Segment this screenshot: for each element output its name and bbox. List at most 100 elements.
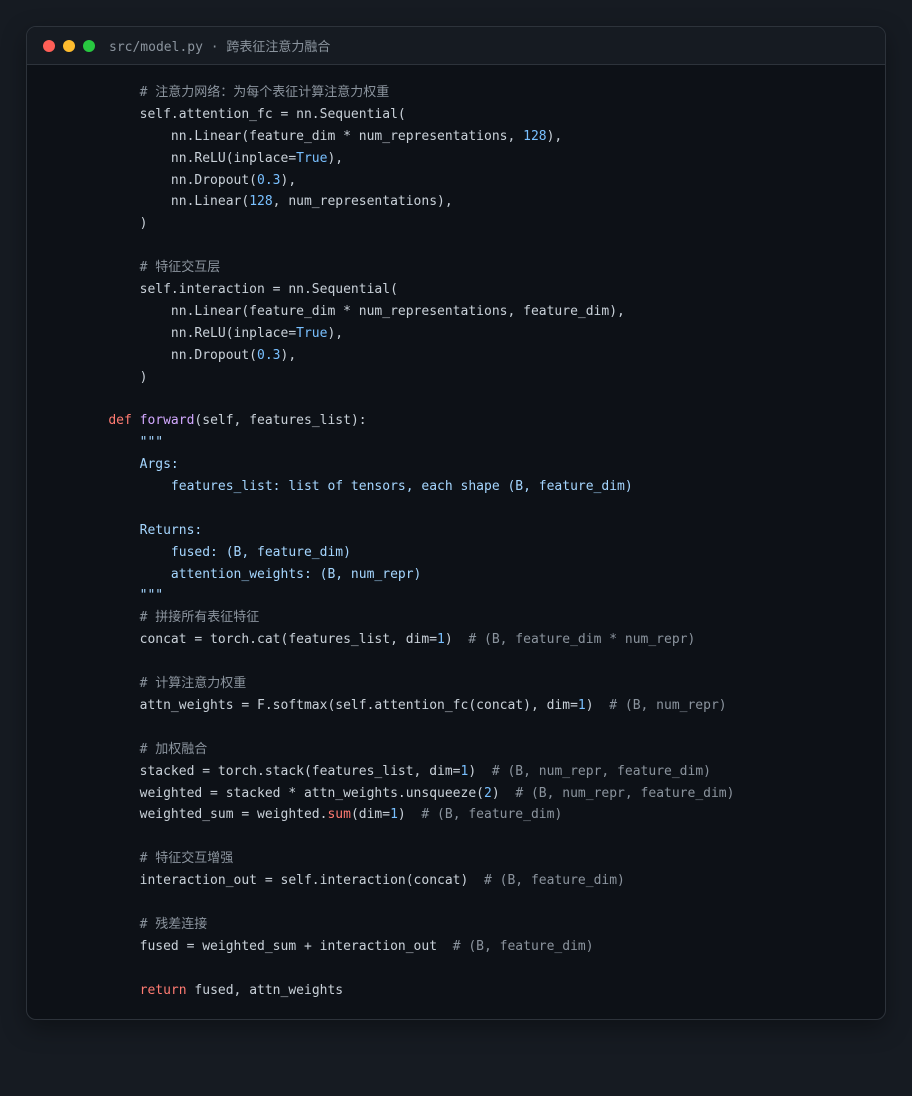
code-token: nn.Linear( xyxy=(77,194,250,210)
code-token: (dim= xyxy=(350,807,391,823)
code-token: ), xyxy=(327,325,344,341)
code-token: ) xyxy=(77,369,148,385)
code-line: attention_weights: (B, num_repr) xyxy=(77,564,875,586)
code-token: ) xyxy=(585,697,610,713)
code-token-num: 128 xyxy=(523,128,547,144)
code-token-doc: """ xyxy=(139,435,164,451)
code-line: self.attention_fc = nn.Sequential( xyxy=(77,104,875,126)
code-editor[interactable]: # 注意力网络：为每个表征计算注意力权重 self.attention_fc =… xyxy=(77,82,875,1001)
code-line: # 拼接所有表征特征 xyxy=(77,607,875,629)
code-line: def forward(self, features_list): xyxy=(77,410,875,432)
code-token: nn.Linear(feature_dim * num_representati… xyxy=(77,303,625,319)
code-line: # 计算注意力权重 xyxy=(77,673,875,695)
code-token-num: 2 xyxy=(484,785,492,801)
title-bar: src/model.py · 跨表征注意力融合 xyxy=(27,27,885,65)
code-token-cm: # (B, feature_dim) xyxy=(421,807,563,823)
code-token: stacked = torch.stack(features_list, dim… xyxy=(77,763,461,779)
code-line: weighted_sum = weighted.sum(dim=1) # (B,… xyxy=(77,804,875,826)
code-token: ) xyxy=(77,216,148,232)
code-line: features_list: list of tensors, each sha… xyxy=(77,476,875,498)
code-token: weighted_sum = weighted. xyxy=(77,807,328,823)
code-token: ), xyxy=(327,150,344,166)
code-token-cm: # 残差连接 xyxy=(139,916,208,932)
code-token-cm: # (B, num_repr, feature_dim) xyxy=(515,785,735,801)
code-line: stacked = torch.stack(features_list, dim… xyxy=(77,761,875,783)
code-token: fused = weighted_sum + interaction_out xyxy=(77,938,453,954)
code-token-num: 1 xyxy=(390,807,398,823)
code-token-num: 1 xyxy=(577,697,586,713)
code-line: nn.Dropout(0.3), xyxy=(77,345,875,367)
code-line: # 加权融合 xyxy=(77,739,875,761)
code-token-num: True xyxy=(296,150,328,166)
code-token-cm: # (B, feature_dim) xyxy=(452,938,594,954)
code-token-cm: # 注意力网络：为每个表征计算注意力权重 xyxy=(139,85,390,100)
code-token: nn.ReLU(inplace= xyxy=(77,325,297,341)
code-line: nn.ReLU(inplace=True), xyxy=(77,148,875,170)
code-line: # 残差连接 xyxy=(77,914,875,936)
code-line: """ xyxy=(77,432,875,454)
close-window-icon[interactable] xyxy=(43,39,55,52)
code-token-doc: Args: xyxy=(139,457,179,473)
code-token-doc: features_list: list of tensors, each sha… xyxy=(170,479,633,495)
code-token-cm: # (B, feature_dim) xyxy=(484,873,625,889)
code-token: ), xyxy=(280,347,297,363)
maximize-window-icon[interactable] xyxy=(83,39,95,52)
code-token: self.attention_fc = nn.Sequential( xyxy=(77,106,406,122)
code-line: """ xyxy=(77,585,875,607)
code-line: # 注意力网络：为每个表征计算注意力权重 xyxy=(77,82,875,104)
code-token: ) xyxy=(468,763,492,779)
code-line: interaction_out = self.interaction(conca… xyxy=(77,870,875,892)
code-token-cm: # (B, num_repr, feature_dim) xyxy=(491,763,711,779)
code-line: fused = weighted_sum + interaction_out #… xyxy=(77,936,875,958)
code-token: self.interaction = nn.Sequential( xyxy=(77,282,398,298)
code-token-num: 0.3 xyxy=(257,347,281,363)
code-token-fn: forward xyxy=(139,413,195,429)
code-token: ) xyxy=(491,785,516,801)
code-token: nn.Linear(feature_dim * num_representati… xyxy=(77,128,524,144)
code-token-cm: # (B, num_repr) xyxy=(609,697,727,713)
code-token: attn_weights = F.softmax(self.attention_… xyxy=(77,697,578,713)
code-token: (self, features_list): xyxy=(194,413,367,429)
code-token: ) xyxy=(444,632,469,648)
code-token: ), xyxy=(546,128,563,144)
code-line: self.interaction = nn.Sequential( xyxy=(77,279,875,301)
code-token: nn.ReLU(inplace= xyxy=(77,150,297,166)
minimize-window-icon[interactable] xyxy=(63,39,75,52)
code-line: nn.Linear(128, num_representations), xyxy=(77,191,875,213)
code-line: Args: xyxy=(77,454,875,476)
code-line: weighted = stacked * attn_weights.unsque… xyxy=(77,783,875,805)
window-title: src/model.py · 跨表征注意力融合 xyxy=(109,40,331,55)
code-token-cm: # 特征交互增强 xyxy=(139,851,234,867)
code-line: # 特征交互层 xyxy=(77,257,875,279)
code-token-num: 128 xyxy=(249,194,273,210)
code-line: fused: (B, feature_dim) xyxy=(77,542,875,564)
code-token-num: 0.3 xyxy=(257,172,281,188)
code-token-kw: def xyxy=(108,413,132,429)
code-token-kw: return xyxy=(139,982,187,998)
code-token-doc: Returns: xyxy=(139,522,203,538)
code-token-doc: """ xyxy=(139,588,164,604)
code-token: ), xyxy=(280,172,297,188)
